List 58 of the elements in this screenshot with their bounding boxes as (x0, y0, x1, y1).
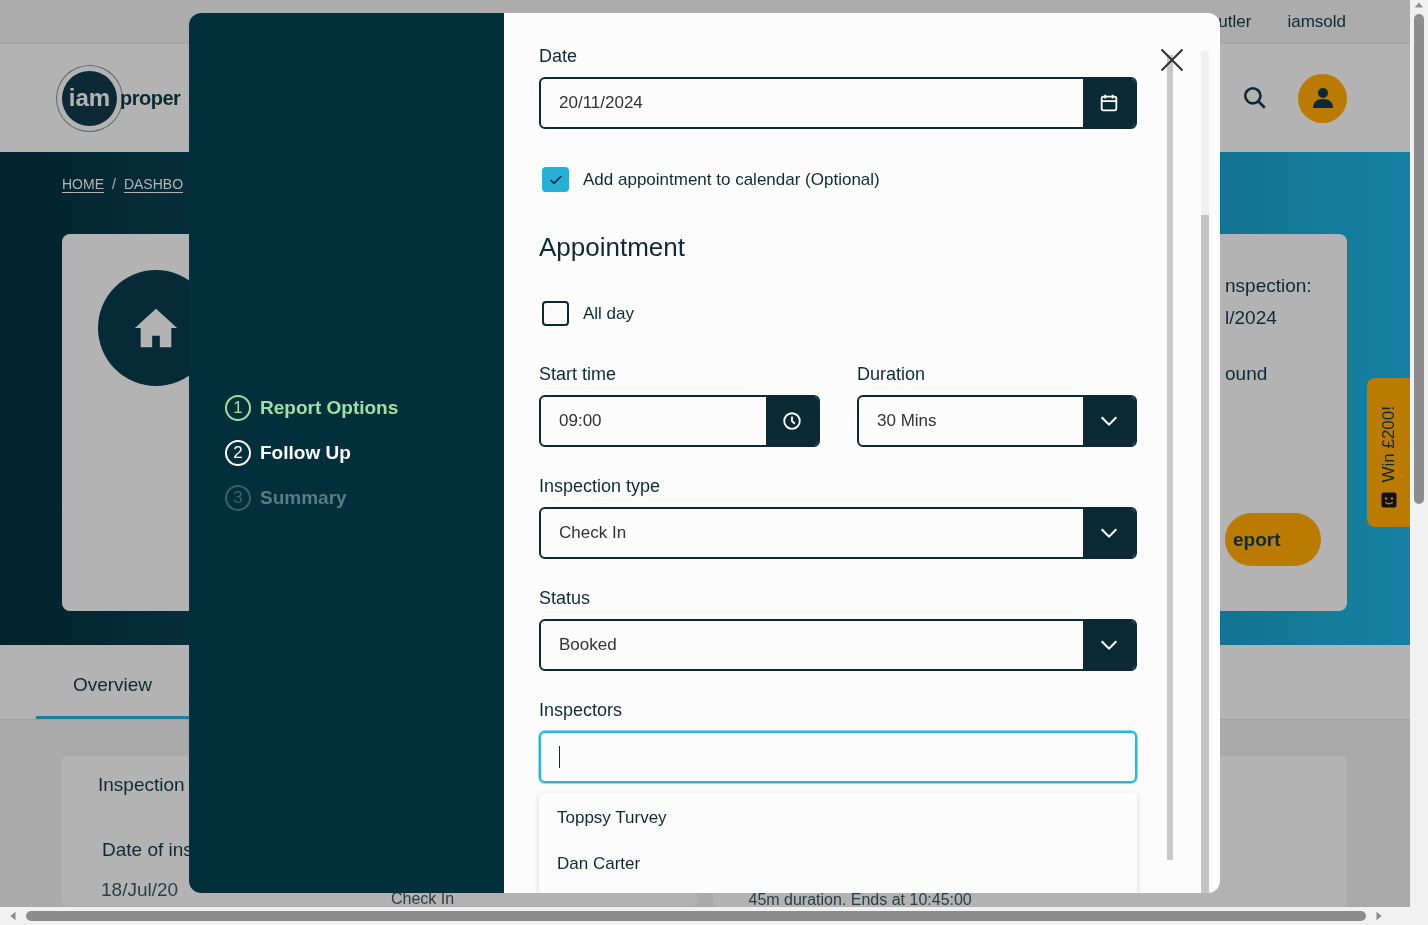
avatar-button[interactable] (1298, 73, 1347, 123)
field-label: Duration (857, 363, 927, 385)
calendar-button[interactable] (1083, 79, 1135, 127)
card-text: ound (1225, 363, 1269, 385)
step-label[interactable]: Follow Up (260, 442, 351, 464)
feedback-tab[interactable]: Win £200! (1367, 378, 1410, 527)
search-icon (1242, 85, 1268, 111)
breadcrumb-link[interactable]: HOME (62, 176, 104, 192)
select-field[interactable]: 30 Mins (857, 395, 1137, 447)
breadcrumb-link[interactable]: DASHBO (123, 176, 183, 192)
calendar-icon (1098, 92, 1120, 114)
smile-icon (1379, 491, 1398, 509)
suggestion-item[interactable]: Toppsy Turvey (539, 795, 1137, 841)
checkbox[interactable] (542, 167, 569, 192)
select-field[interactable]: Booked (539, 619, 1137, 671)
scroll-left-icon (8, 911, 18, 921)
input-field[interactable] (539, 731, 1137, 783)
card-text: nspection: (1225, 275, 1313, 297)
close-icon (1158, 46, 1186, 74)
checkbox-label[interactable]: All day (583, 303, 635, 324)
step-number: 2 (225, 440, 251, 466)
text-cursor (559, 746, 560, 768)
section-heading: Appointment (539, 231, 686, 263)
duration-text: 45m duration. Ends at 10:45:00 (748, 893, 972, 907)
card-title: Inspection (98, 774, 185, 797)
scrollbar-thumb[interactable] (1414, 14, 1424, 504)
field-label: Date (539, 45, 579, 67)
scrollbar-thumb[interactable] (26, 911, 1366, 921)
suggestion-item[interactable]: Dan Carter (539, 841, 1137, 887)
field-label: Inspection type (539, 475, 662, 497)
scroll-right-icon (1374, 911, 1384, 921)
field-label: Inspectors (539, 699, 624, 721)
card-text: l/2024 (1225, 307, 1278, 329)
field-value: 18/Jul/20 (100, 879, 180, 903)
nav-link[interactable]: utler (1218, 11, 1252, 32)
user-icon (1310, 86, 1335, 110)
scrollbar-thumb[interactable] (1167, 55, 1173, 860)
select-field[interactable]: Check In (539, 507, 1137, 559)
field-label: Start time (539, 363, 618, 385)
input-field[interactable]: 09:00 (539, 395, 820, 447)
nav-link[interactable]: iamsold (1287, 11, 1346, 32)
feedback-label: Win £200! (1378, 406, 1399, 483)
step-label[interactable]: Report Options (260, 397, 399, 419)
checkbox[interactable] (542, 301, 569, 326)
step-number: 3 (225, 485, 251, 511)
scrollbar-thumb[interactable] (1201, 215, 1209, 893)
checkbox-label[interactable]: Add appointment to calendar (Optional) (583, 169, 880, 190)
input-field[interactable]: 20/11/2024 (539, 77, 1137, 129)
logo-text[interactable]: proper (120, 86, 181, 110)
clock-button[interactable] (766, 397, 818, 445)
close-button[interactable] (1158, 46, 1186, 74)
breadcrumb-separator: / (112, 176, 116, 192)
report-button[interactable]: eport (1225, 513, 1321, 566)
field-label: Status (539, 587, 592, 609)
scroll-up-icon (1414, 0, 1424, 10)
clock-icon (781, 410, 803, 432)
step-number: 1 (225, 395, 251, 421)
field-value: Check In (391, 892, 455, 906)
